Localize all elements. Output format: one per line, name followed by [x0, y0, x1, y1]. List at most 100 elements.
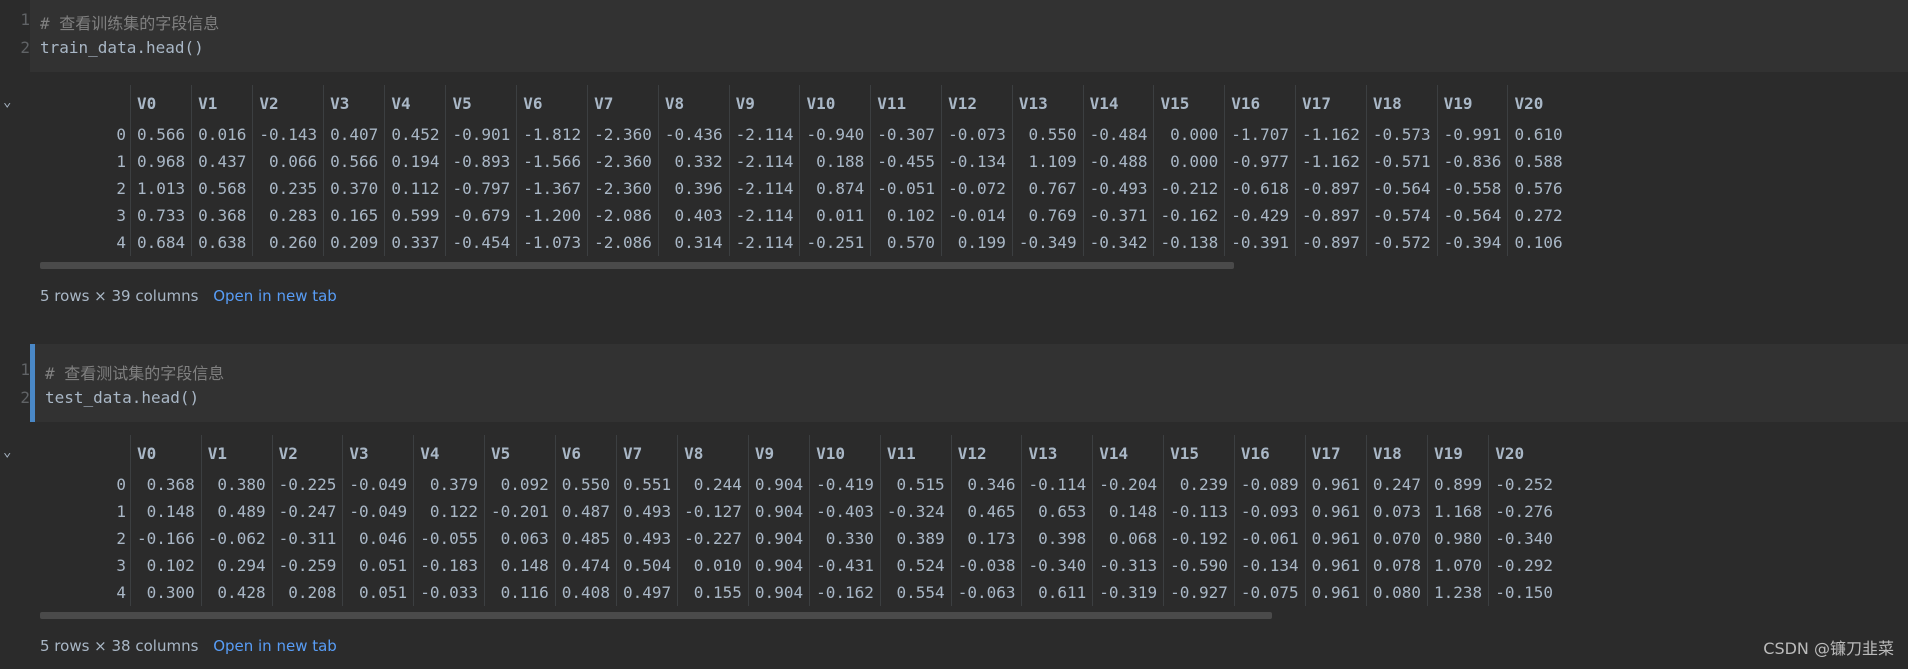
column-header[interactable]: V15: [1153, 85, 1225, 121]
table-cell: -0.049: [342, 471, 414, 498]
table-cell: -0.940: [799, 121, 871, 148]
chevron-down-icon[interactable]: ⌄: [3, 94, 11, 110]
table-cell: 0.116: [483, 579, 556, 606]
table-cell: -0.927: [1163, 579, 1235, 606]
column-header[interactable]: V18: [1365, 435, 1428, 471]
column-header[interactable]: V20: [1507, 85, 1569, 121]
row-index: 2: [116, 529, 126, 548]
column-header[interactable]: V1: [191, 85, 253, 121]
table-cell: 0.346: [950, 471, 1022, 498]
column-header[interactable]: V10: [809, 435, 881, 471]
column-header[interactable]: V11: [870, 85, 942, 121]
column-header[interactable]: V7: [587, 85, 659, 121]
open-in-new-tab-link[interactable]: Open in new tab: [213, 287, 337, 305]
table-cell: 0.497: [615, 579, 678, 606]
table-cell: -2.114: [728, 202, 800, 229]
column-header[interactable]: V12: [950, 435, 1022, 471]
column-header[interactable]: V0: [130, 435, 202, 471]
table-cell: 0.980: [1427, 525, 1489, 552]
column-header[interactable]: V6: [516, 85, 588, 121]
column-header[interactable]: V2: [252, 85, 324, 121]
column-header[interactable]: V7: [615, 435, 678, 471]
column-header[interactable]: V0: [129, 85, 192, 121]
table-cell: 0.524: [879, 552, 952, 579]
table-cell: -0.991: [1436, 121, 1508, 148]
table-cell: -0.075: [1233, 579, 1306, 606]
column-header[interactable]: V6: [554, 435, 617, 471]
table-cell: 0.066: [252, 148, 324, 175]
row-col-count: 5 rows × 38 columns: [40, 637, 199, 655]
table-cell: -0.072: [941, 175, 1013, 202]
table-cell: 1.238: [1427, 579, 1489, 606]
horizontal-scrollbar[interactable]: [40, 262, 1234, 269]
table-cell: 0.194: [384, 148, 446, 175]
line-number-1: 1: [20, 360, 30, 379]
horizontal-scrollbar[interactable]: [40, 612, 1272, 619]
column-header[interactable]: V3: [323, 85, 385, 121]
open-in-new-tab-link[interactable]: Open in new tab: [213, 637, 337, 655]
column-header[interactable]: V19: [1436, 85, 1508, 121]
column-header[interactable]: V4: [413, 435, 485, 471]
column-header[interactable]: V10: [799, 85, 871, 121]
table-cell: -0.571: [1365, 148, 1438, 175]
column-header[interactable]: V8: [657, 85, 730, 121]
row-index: 1: [116, 152, 126, 171]
column-header[interactable]: V1: [200, 435, 273, 471]
table-cell: 0.300: [130, 579, 202, 606]
table-cell: 0.209: [323, 229, 385, 256]
column-header[interactable]: V19: [1427, 435, 1489, 471]
column-header[interactable]: V12: [941, 85, 1013, 121]
column-header[interactable]: V5: [445, 85, 517, 121]
table-row: 4 0.684 0.638 0.260 0.209 0.337 -0.454 -1.073 -2…: [40, 229, 1569, 256]
column-header[interactable]: V13: [1021, 435, 1093, 471]
column-header[interactable]: V3: [342, 435, 414, 471]
table-cell: 0.106: [1507, 229, 1569, 256]
table-cell: -0.484: [1082, 121, 1154, 148]
chevron-down-icon[interactable]: ⌄: [3, 444, 11, 460]
column-header[interactable]: V16: [1224, 85, 1296, 121]
table-cell: 0.398: [1021, 525, 1093, 552]
table-cell: 0.568: [191, 175, 253, 202]
table-cell: -2.360: [587, 121, 659, 148]
table-cell: 0.051: [342, 552, 414, 579]
column-header[interactable]: V9: [747, 435, 810, 471]
column-header[interactable]: V4: [384, 85, 446, 121]
dataframe-table-2: V0 V1 V2 V3 V4 V5 V6 V7 V8 V9 V10 V11 V12 V13 V14 V15 V1…: [40, 435, 1559, 606]
table-cell: 0.046: [342, 525, 414, 552]
column-header[interactable]: V16: [1233, 435, 1306, 471]
table-cell: 0.092: [483, 471, 556, 498]
column-header[interactable]: V14: [1092, 435, 1164, 471]
table-cell: 0.968: [129, 148, 192, 175]
table-cell: -0.897: [1295, 229, 1367, 256]
table-cell: 0.874: [799, 175, 871, 202]
column-header[interactable]: V13: [1011, 85, 1084, 121]
table-cell: -0.251: [799, 229, 871, 256]
table-cell: -0.590: [1163, 552, 1235, 579]
column-header[interactable]: V17: [1304, 435, 1367, 471]
table-row: 3 0.733 0.368 0.283 0.165 0.599 -0.679 -1.200 -2…: [40, 202, 1569, 229]
column-header[interactable]: V9: [728, 85, 800, 121]
table-cell: 0.188: [799, 148, 871, 175]
table-cell: -0.679: [445, 202, 517, 229]
code-cell-2[interactable]: # 查看测试集的字段信息 test_data.head(): [30, 344, 1908, 422]
table-cell: 0.570: [870, 229, 942, 256]
column-header[interactable]: V17: [1295, 85, 1367, 121]
column-header[interactable]: V11: [879, 435, 952, 471]
table-row: 3 0.102 0.294 -0.259 0.051 -0.183 0.148 0.474 0.…: [40, 552, 1559, 579]
column-header[interactable]: V15: [1163, 435, 1235, 471]
column-header[interactable]: V18: [1365, 85, 1438, 121]
table-cell: -2.114: [728, 148, 800, 175]
row-index: 3: [116, 206, 126, 225]
table-cell: -0.062: [200, 525, 273, 552]
table-row: 1 0.968 0.437 0.066 0.566 0.194 -0.893 -1.566 -2…: [40, 148, 1569, 175]
column-header[interactable]: V8: [677, 435, 749, 471]
table-cell: 1.070: [1427, 552, 1489, 579]
column-header[interactable]: V2: [271, 435, 343, 471]
table-cell: 0.474: [554, 552, 617, 579]
column-header[interactable]: V14: [1082, 85, 1154, 121]
table-cell: -0.893: [445, 148, 517, 175]
column-header[interactable]: V5: [483, 435, 556, 471]
code-cell-1[interactable]: # 查看训练集的字段信息 train_data.head(): [30, 0, 1908, 72]
column-header[interactable]: V20: [1488, 435, 1559, 471]
table-cell: -0.977: [1224, 148, 1296, 175]
